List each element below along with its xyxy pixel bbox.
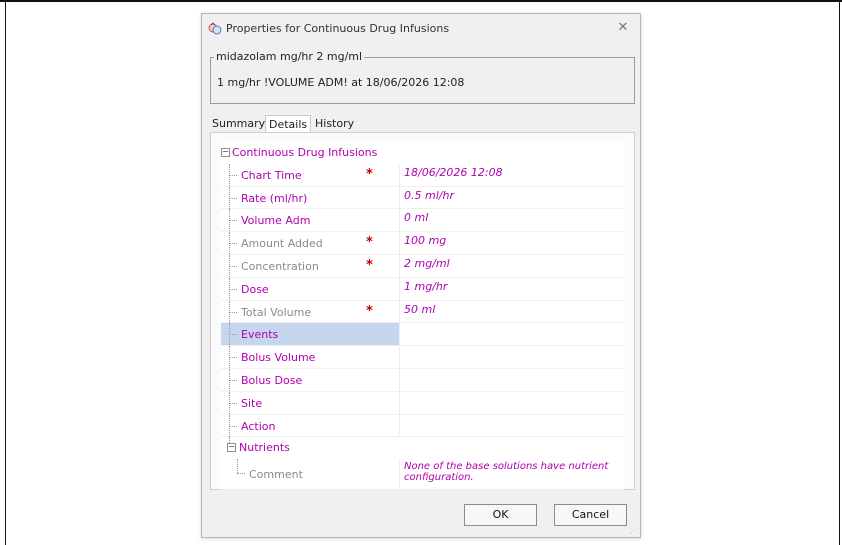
row-label: Chart Time bbox=[241, 168, 302, 182]
collapse-icon[interactable]: − bbox=[221, 148, 230, 157]
row-comment[interactable]: Comment None of the base solutions have … bbox=[221, 459, 624, 491]
row-label: Dose bbox=[241, 282, 269, 296]
close-icon[interactable]: ✕ bbox=[612, 18, 634, 38]
row-value: 1 mg/hr bbox=[404, 279, 448, 293]
required-icon: * bbox=[366, 235, 373, 251]
row-value: 100 mg bbox=[404, 234, 447, 248]
details-panel: − Continuous Drug Infusions Chart Time * … bbox=[210, 132, 635, 491]
title-bar[interactable]: Properties for Continuous Drug Infusions… bbox=[202, 14, 640, 44]
tab-details[interactable]: Details bbox=[265, 115, 312, 133]
resize-grip-icon[interactable]: ⋰ bbox=[630, 527, 638, 535]
row-value: 0.5 ml/hr bbox=[404, 188, 454, 202]
row-label: Total Volume bbox=[241, 305, 312, 319]
properties-dialog: Properties for Continuous Drug Infusions… bbox=[201, 13, 641, 538]
subgroup-label: Nutrients bbox=[239, 441, 290, 455]
required-icon: * bbox=[366, 303, 373, 319]
cancel-button[interactable]: Cancel bbox=[554, 504, 627, 526]
row-amount-added[interactable]: Amount Added * 100 mg bbox=[221, 232, 624, 255]
group-row-nutrients[interactable]: − Nutrients bbox=[221, 437, 624, 459]
row-label: Bolus Dose bbox=[241, 373, 303, 387]
group-row-continuous-drug-infusions[interactable]: − Continuous Drug Infusions bbox=[221, 142, 624, 164]
required-icon: * bbox=[366, 166, 373, 182]
row-rate[interactable]: Rate (ml/hr) 0.5 ml/hr bbox=[221, 186, 624, 210]
background-border-top bbox=[0, 0, 842, 2]
row-concentration[interactable]: Concentration * 2 mg/ml bbox=[221, 254, 624, 278]
row-label: Rate (ml/hr) bbox=[241, 191, 308, 205]
row-value: 2 mg/ml bbox=[404, 256, 450, 270]
row-events[interactable]: Events bbox=[221, 323, 624, 347]
row-value: 0 ml bbox=[404, 211, 429, 225]
row-label: Site bbox=[241, 396, 263, 410]
row-volume-adm[interactable]: Volume Adm 0 ml bbox=[221, 209, 624, 233]
row-label: Events bbox=[241, 328, 279, 342]
row-chart-time[interactable]: Chart Time * 18/06/2026 12:08 bbox=[221, 163, 624, 187]
ok-button[interactable]: OK bbox=[464, 504, 537, 526]
order-summary: 1 mg/hr !VOLUME ADM! at 18/06/2026 12:08 bbox=[217, 76, 465, 89]
background-border-left bbox=[5, 0, 6, 545]
row-label: Concentration bbox=[241, 259, 319, 273]
row-action[interactable]: Action bbox=[221, 414, 624, 438]
row-bolus-volume[interactable]: Bolus Volume bbox=[221, 346, 624, 369]
order-legend: midazolam mg/hr 2 mg/ml bbox=[214, 50, 365, 63]
tab-summary[interactable]: Summary bbox=[212, 117, 265, 130]
row-value: 50 ml bbox=[404, 302, 436, 316]
row-label: Action bbox=[241, 419, 276, 433]
collapse-icon[interactable]: − bbox=[227, 443, 236, 453]
row-total-volume[interactable]: Total Volume * 50 ml bbox=[221, 300, 624, 324]
background-border-right bbox=[839, 0, 840, 545]
row-label: Bolus Volume bbox=[241, 351, 316, 365]
row-dose[interactable]: Dose 1 mg/hr bbox=[221, 277, 624, 301]
app-icon bbox=[208, 22, 222, 35]
row-label: Comment bbox=[249, 468, 303, 482]
row-label: Volume Adm bbox=[241, 214, 311, 228]
row-site[interactable]: Site bbox=[221, 391, 624, 415]
row-value: 18/06/2026 12:08 bbox=[404, 165, 503, 179]
row-value: None of the base solutions have nutrient… bbox=[404, 461, 609, 484]
order-summary-group: midazolam mg/hr 2 mg/ml 1 mg/hr !VOLUME … bbox=[210, 50, 635, 104]
tab-history[interactable]: History bbox=[315, 117, 354, 130]
property-grid: − Continuous Drug Infusions Chart Time * … bbox=[221, 142, 624, 491]
required-icon: * bbox=[366, 257, 373, 273]
row-bolus-dose[interactable]: Bolus Dose bbox=[221, 368, 624, 392]
group-label: Continuous Drug Infusions bbox=[232, 146, 378, 159]
window-title: Properties for Continuous Drug Infusions bbox=[226, 22, 450, 35]
row-label: Amount Added bbox=[241, 237, 323, 251]
